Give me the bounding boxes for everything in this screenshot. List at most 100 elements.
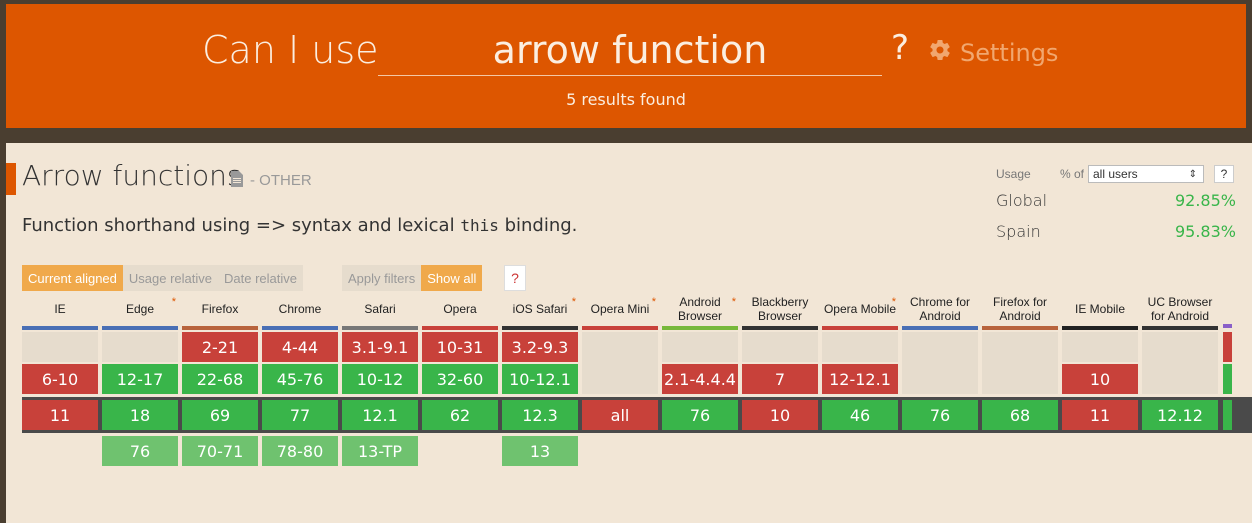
filter-group: Apply filters Show all xyxy=(342,265,483,291)
pct-of-label: % of xyxy=(1060,167,1085,181)
support-cell[interactable]: 12.3 xyxy=(502,400,578,430)
support-cell[interactable] xyxy=(582,332,658,394)
support-cell[interactable] xyxy=(662,332,738,362)
support-cell[interactable]: 78-80 xyxy=(262,436,338,466)
support-cell[interactable]: 69 xyxy=(182,400,258,430)
browser-name: Opera Mobile * xyxy=(822,293,898,325)
support-cell[interactable] xyxy=(1062,332,1138,362)
support-cell[interactable]: 46 xyxy=(822,400,898,430)
date-relative-button[interactable]: Date relative xyxy=(218,265,303,291)
feature-panel: Arrow functions - OTHER Function shortha… xyxy=(6,143,1252,523)
support-cell[interactable]: 10-12.1 xyxy=(502,364,578,394)
browser-name-label: Blackberry Browser xyxy=(751,295,809,323)
support-cell[interactable]: 6-10 xyxy=(22,364,98,394)
browser-name-label: Opera Mobile xyxy=(823,302,897,316)
support-cell[interactable]: all xyxy=(582,400,658,430)
support-cell[interactable]: 12.12 xyxy=(1142,400,1218,430)
support-cell[interactable]: 68 xyxy=(982,400,1058,430)
support-cell[interactable] xyxy=(822,332,898,362)
support-cell[interactable] xyxy=(902,332,978,394)
usage-help-button[interactable]: ? xyxy=(1214,165,1234,183)
apply-filters-button[interactable]: Apply filters xyxy=(342,265,422,291)
support-cell[interactable]: 7 xyxy=(742,364,818,394)
current-aligned-button[interactable]: Current aligned xyxy=(22,265,123,291)
search-help-button[interactable]: ? xyxy=(891,28,909,68)
support-cell[interactable]: 3.1-9.1 xyxy=(342,332,418,362)
browser-color-line xyxy=(262,326,338,330)
browser-color-line xyxy=(502,326,578,330)
note-asterisk-icon: * xyxy=(571,296,576,308)
users-select[interactable]: all users ⇕ xyxy=(1088,165,1204,183)
support-cell[interactable]: 10 xyxy=(1062,364,1138,394)
feature-title[interactable]: Arrow functions xyxy=(22,159,241,192)
support-cell[interactable]: 12-17 xyxy=(102,364,178,394)
support-cell[interactable]: 76 xyxy=(662,400,738,430)
browser-color-line xyxy=(182,326,258,330)
browser-name-label: Chrome xyxy=(278,302,322,316)
support-cell[interactable]: 12-12.1 xyxy=(822,364,898,394)
note-asterisk-icon: * xyxy=(651,296,656,308)
support-cell[interactable]: 13-TP xyxy=(342,436,418,466)
support-cell[interactable]: 2.1-4.4.4 xyxy=(662,364,738,394)
support-cell[interactable] xyxy=(1142,332,1218,394)
support-cell[interactable]: 10 xyxy=(742,400,818,430)
browser-name-label: Chrome for Android xyxy=(909,295,971,323)
support-cell[interactable]: 2-21 xyxy=(182,332,258,362)
support-cell[interactable] xyxy=(742,332,818,362)
support-cell[interactable]: 10-31 xyxy=(422,332,498,362)
browser-color-line xyxy=(982,326,1058,330)
support-cell[interactable]: 70-71 xyxy=(182,436,258,466)
browser-color-line xyxy=(902,326,978,330)
document-icon xyxy=(230,171,244,192)
browser-name-label: Opera Mini xyxy=(590,302,650,316)
support-cell[interactable] xyxy=(102,332,178,362)
browser-name: Chrome xyxy=(262,293,338,325)
usage-region: Global xyxy=(996,191,1048,210)
search-input[interactable] xyxy=(378,24,882,76)
support-cell[interactable] xyxy=(22,332,98,362)
support-cell[interactable]: 4-44 xyxy=(262,332,338,362)
browser-name: Opera xyxy=(422,293,498,325)
browser-name: iOS Safari * xyxy=(502,293,578,325)
support-cell[interactable] xyxy=(982,332,1058,394)
browser-name: IE xyxy=(22,293,98,325)
accent-bar xyxy=(6,163,16,195)
support-cell[interactable]: 45-76 xyxy=(262,364,338,394)
support-cell[interactable]: 12.1 xyxy=(342,400,418,430)
support-cell[interactable]: 3.2-9.3 xyxy=(502,332,578,362)
browser-color-line xyxy=(342,326,418,330)
browser-name-label: Safari xyxy=(364,302,396,316)
browser-color-line xyxy=(582,326,658,330)
support-cell[interactable]: 76 xyxy=(102,436,178,466)
usage-row-spain: Spain 95.83% xyxy=(996,222,1236,241)
desc-text-end: binding. xyxy=(498,215,578,236)
usage-relative-button[interactable]: Usage relative xyxy=(122,265,218,291)
browser-name: Firefox xyxy=(182,293,258,325)
browser-color-line xyxy=(22,326,98,330)
desc-text: Function shorthand using => syntax and l… xyxy=(22,215,461,236)
support-cell[interactable]: 13 xyxy=(502,436,578,466)
browser-color-line xyxy=(1142,326,1218,330)
show-all-button[interactable]: Show all xyxy=(421,265,483,291)
settings-button[interactable]: Settings xyxy=(928,38,1058,68)
support-cell[interactable]: 77 xyxy=(262,400,338,430)
support-cell[interactable]: 22-68 xyxy=(182,364,258,394)
browser-color-line xyxy=(662,326,738,330)
browser-color-line xyxy=(102,326,178,330)
table-help-button[interactable]: ? xyxy=(504,265,526,291)
desc-code: this xyxy=(460,216,499,235)
support-cell[interactable]: 10-12 xyxy=(342,364,418,394)
support-cell[interactable]: 11 xyxy=(1062,400,1138,430)
support-cell[interactable]: 32-60 xyxy=(422,364,498,394)
support-cell[interactable]: 11 xyxy=(22,400,98,430)
usage-region: Spain xyxy=(996,222,1041,241)
browser-name: Opera Mini * xyxy=(582,293,658,325)
browser-name-label: Edge xyxy=(125,302,155,316)
support-cell[interactable]: 62 xyxy=(422,400,498,430)
browser-name-label: IE xyxy=(54,302,66,316)
browser-name: IE Mobile xyxy=(1062,293,1138,325)
support-cell[interactable]: 76 xyxy=(902,400,978,430)
browser-name-label: iOS Safari xyxy=(512,302,568,316)
browser-color-line xyxy=(422,326,498,330)
support-cell[interactable]: 18 xyxy=(102,400,178,430)
